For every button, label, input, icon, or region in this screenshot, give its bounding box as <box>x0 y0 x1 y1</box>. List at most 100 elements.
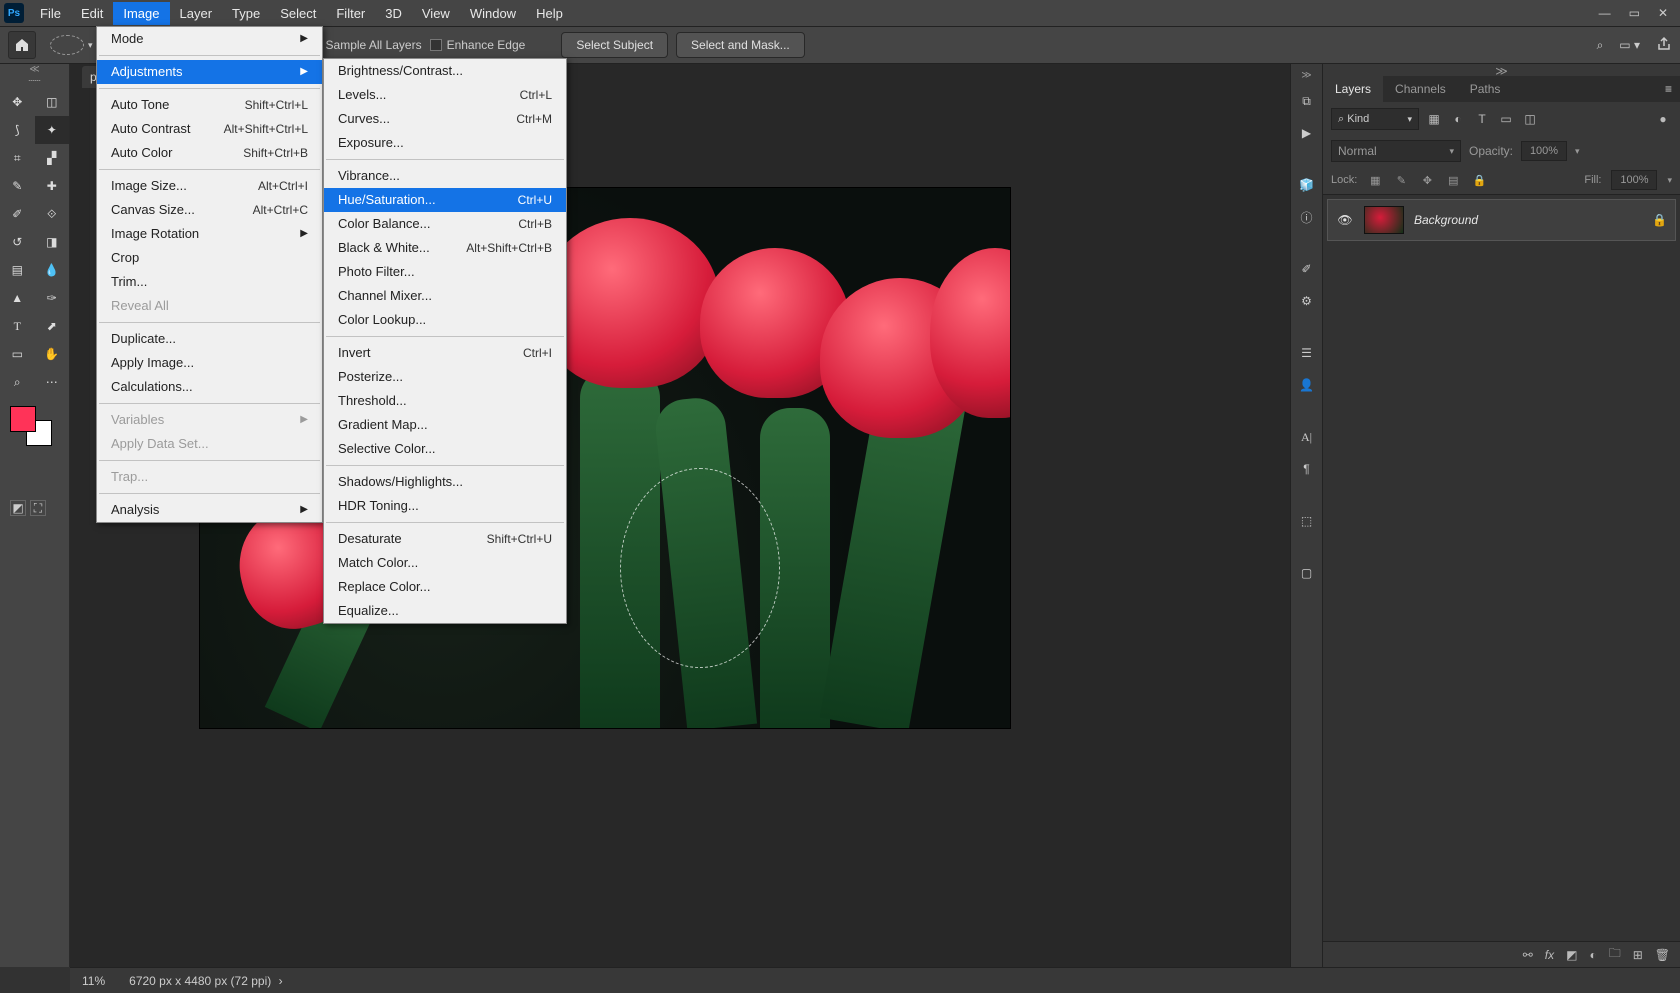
layer-name[interactable]: Background <box>1414 213 1642 227</box>
adjust-menu-equalize[interactable]: Equalize... <box>324 599 566 623</box>
image-menu-auto-contrast[interactable]: Auto ContrastAlt+Shift+Ctrl+L <box>97 117 322 141</box>
search-icon[interactable]: ⌕ <box>1597 38 1604 53</box>
lock-artboard-icon[interactable]: ▤ <box>1445 174 1461 187</box>
lock-paint-icon[interactable]: ✎ <box>1393 174 1409 187</box>
image-menu-trim[interactable]: Trim... <box>97 270 322 294</box>
move-tool[interactable]: ✥ <box>0 88 35 116</box>
panel-collapse-handle[interactable]: ≪ <box>0 64 69 76</box>
layer-filter-kind[interactable]: ⌕ Kind▾ <box>1331 108 1419 130</box>
new-group-icon[interactable]: 🗀 <box>1609 944 1621 965</box>
layer-mask-icon[interactable]: ◩ <box>1566 948 1577 962</box>
adjust-menu-brightness-contrast[interactable]: Brightness/Contrast... <box>324 59 566 83</box>
layer-row[interactable]: 👁 Background 🔒 <box>1327 199 1676 241</box>
lock-all-icon[interactable]: 🔒 <box>1471 174 1487 187</box>
panel-grip[interactable]: ┄┄ <box>0 76 69 88</box>
lasso-tool[interactable]: ⟆ <box>0 116 35 144</box>
quick-selection-tool[interactable]: ✦ <box>35 116 70 144</box>
menu-image[interactable]: Image <box>113 2 169 25</box>
zoom-level[interactable]: 11% <box>82 974 105 988</box>
adjust-menu-threshold[interactable]: Threshold... <box>324 389 566 413</box>
image-menu-auto-tone[interactable]: Auto ToneShift+Ctrl+L <box>97 93 322 117</box>
adjustments-panel-icon[interactable]: ⚙ <box>1296 290 1318 312</box>
brush-tool[interactable]: ✐ <box>0 200 35 228</box>
marquee-tool[interactable]: ◫ <box>35 88 70 116</box>
adjust-menu-match-color[interactable]: Match Color... <box>324 551 566 575</box>
paragraph-panel-icon[interactable]: ¶ <box>1296 458 1318 480</box>
image-menu-auto-color[interactable]: Auto ColorShift+Ctrl+B <box>97 141 322 165</box>
adjust-menu-selective-color[interactable]: Selective Color... <box>324 437 566 461</box>
enhance-edge-checkbox[interactable]: Enhance Edge <box>430 38 526 52</box>
adjust-menu-photo-filter[interactable]: Photo Filter... <box>324 260 566 284</box>
pen-tool[interactable]: ✑ <box>35 284 70 312</box>
properties-panel-icon[interactable]: 👤 <box>1296 374 1318 396</box>
menu-view[interactable]: View <box>412 2 460 25</box>
adjust-menu-color-lookup[interactable]: Color Lookup... <box>324 308 566 332</box>
more-tools[interactable]: ⋯ <box>35 368 70 396</box>
layer-thumbnail[interactable] <box>1364 206 1404 234</box>
adjust-menu-invert[interactable]: InvertCtrl+I <box>324 341 566 365</box>
image-menu-analysis[interactable]: Analysis▶ <box>97 498 322 522</box>
adjust-menu-shadows-highlights[interactable]: Shadows/Highlights... <box>324 470 566 494</box>
image-menu-adjustments[interactable]: Adjustments▶ <box>97 60 322 84</box>
doc-info[interactable]: 6720 px x 4480 px (72 ppi) › <box>129 974 282 988</box>
close-button[interactable]: ✕ <box>1658 6 1668 20</box>
adjust-menu-vibrance[interactable]: Vibrance... <box>324 164 566 188</box>
foreground-color[interactable] <box>10 406 36 432</box>
type-tool[interactable]: T <box>0 312 35 340</box>
link-layers-icon[interactable]: ⚯ <box>1523 948 1533 962</box>
menu-window[interactable]: Window <box>460 2 526 25</box>
fill-value[interactable]: 100% <box>1611 170 1657 190</box>
delete-layer-icon[interactable]: 🗑 <box>1655 948 1670 962</box>
filter-pixel-icon[interactable]: ▦ <box>1425 110 1443 128</box>
opacity-value[interactable]: 100% <box>1521 141 1567 161</box>
healing-brush-tool[interactable]: ✚ <box>35 172 70 200</box>
navigator-panel-icon[interactable]: ▢ <box>1296 562 1318 584</box>
layer-style-icon[interactable]: fx <box>1545 948 1554 962</box>
maximize-button[interactable]: ▭ <box>1629 6 1640 20</box>
tab-paths[interactable]: Paths <box>1458 76 1513 102</box>
image-menu-duplicate[interactable]: Duplicate... <box>97 327 322 351</box>
home-button[interactable] <box>8 31 36 59</box>
adjust-menu-color-balance[interactable]: Color Balance...Ctrl+B <box>324 212 566 236</box>
adjust-menu-hue-saturation[interactable]: Hue/Saturation...Ctrl+U <box>324 188 566 212</box>
frame-tool[interactable]: ▞ <box>35 144 70 172</box>
eyedropper-tool[interactable]: ✎ <box>0 172 35 200</box>
panel-handle[interactable]: ≫ <box>1323 64 1680 76</box>
3d-panel-icon-2[interactable]: ⬚ <box>1296 510 1318 532</box>
adjust-menu-desaturate[interactable]: DesaturateShift+Ctrl+U <box>324 527 566 551</box>
character-panel-icon[interactable]: A| <box>1296 426 1318 448</box>
dodge-tool[interactable]: ▲ <box>0 284 35 312</box>
adjust-menu-replace-color[interactable]: Replace Color... <box>324 575 566 599</box>
adjust-menu-levels[interactable]: Levels...Ctrl+L <box>324 83 566 107</box>
image-menu-image-size[interactable]: Image Size...Alt+Ctrl+I <box>97 174 322 198</box>
lock-transparent-icon[interactable]: ▦ <box>1367 174 1383 187</box>
panel-menu-button[interactable]: ≡ <box>1657 76 1680 102</box>
adjust-menu-curves[interactable]: Curves...Ctrl+M <box>324 107 566 131</box>
menu-file[interactable]: File <box>30 2 71 25</box>
history-panel-icon[interactable]: ⧉ <box>1296 90 1318 112</box>
eraser-tool[interactable]: ◨ <box>35 228 70 256</box>
color-swatches[interactable] <box>0 406 69 450</box>
filter-shape-icon[interactable]: ▭ <box>1497 110 1515 128</box>
history-brush-tool[interactable]: ↺ <box>0 228 35 256</box>
filter-adjust-icon[interactable]: ◐ <box>1449 110 1467 128</box>
share-icon[interactable] <box>1656 36 1672 55</box>
shape-tool[interactable]: ▭ <box>0 340 35 368</box>
brush-panel-icon[interactable]: ✐ <box>1296 258 1318 280</box>
new-adjustment-icon[interactable]: ◐ <box>1589 948 1596 962</box>
new-layer-icon[interactable]: ⊞ <box>1633 948 1643 962</box>
menu-3d[interactable]: 3D <box>375 2 412 25</box>
filter-toggle[interactable]: ● <box>1654 110 1672 128</box>
menu-edit[interactable]: Edit <box>71 2 113 25</box>
adjust-menu-gradient-map[interactable]: Gradient Map... <box>324 413 566 437</box>
clone-stamp-tool[interactable]: ⟐ <box>35 200 70 228</box>
menu-filter[interactable]: Filter <box>326 2 375 25</box>
actions-panel-icon[interactable]: ▶ <box>1296 122 1318 144</box>
filter-smart-icon[interactable]: ◫ <box>1521 110 1539 128</box>
tool-preset[interactable]: ▾ <box>50 35 93 55</box>
libraries-panel-icon[interactable]: ☰ <box>1296 342 1318 364</box>
opacity-scrub[interactable]: ▾ <box>1575 146 1580 157</box>
sample-all-layers-checkbox[interactable]: Sample All Layers <box>309 38 422 52</box>
fill-scrub[interactable]: ▾ <box>1667 175 1672 186</box>
select-and-mask-button[interactable]: Select and Mask... <box>676 32 805 58</box>
